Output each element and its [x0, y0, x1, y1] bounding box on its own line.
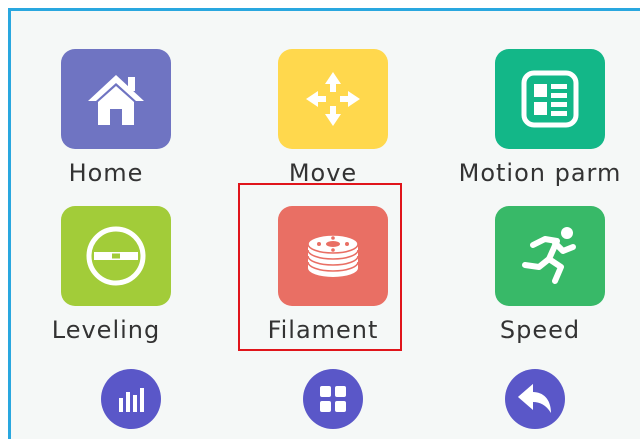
speed-label: Speed	[499, 316, 581, 344]
motion-parm-tile[interactable]: Motion parm	[450, 49, 630, 189]
bar-chart-icon	[119, 388, 144, 412]
leveling-label: Leveling	[51, 316, 161, 344]
move-label: Move	[288, 159, 358, 187]
back-arrow-icon	[518, 384, 551, 413]
running-person-icon	[495, 206, 605, 306]
home-icon	[61, 49, 171, 149]
back-button[interactable]	[505, 369, 565, 429]
filament-spool-icon	[278, 206, 388, 306]
screen-frame: Home Move Motion parm Leveling Filament …	[8, 8, 640, 439]
home-label: Home	[68, 159, 144, 187]
speed-tile[interactable]: Speed	[450, 206, 630, 346]
move-tile[interactable]: Move	[233, 49, 413, 189]
home-tile[interactable]: Home	[16, 49, 196, 189]
motion-parm-label: Motion parm	[458, 159, 622, 187]
filament-tile[interactable]: Filament	[233, 206, 413, 346]
leveling-tile[interactable]: Leveling	[16, 206, 196, 346]
filament-label: Filament	[267, 316, 379, 344]
motion-parameters-icon	[495, 49, 605, 149]
more-menu-button[interactable]	[303, 369, 363, 429]
grid-icon	[320, 386, 346, 412]
move-arrows-icon	[278, 49, 388, 149]
statistics-button[interactable]	[101, 369, 161, 429]
spirit-level-icon	[61, 206, 171, 306]
